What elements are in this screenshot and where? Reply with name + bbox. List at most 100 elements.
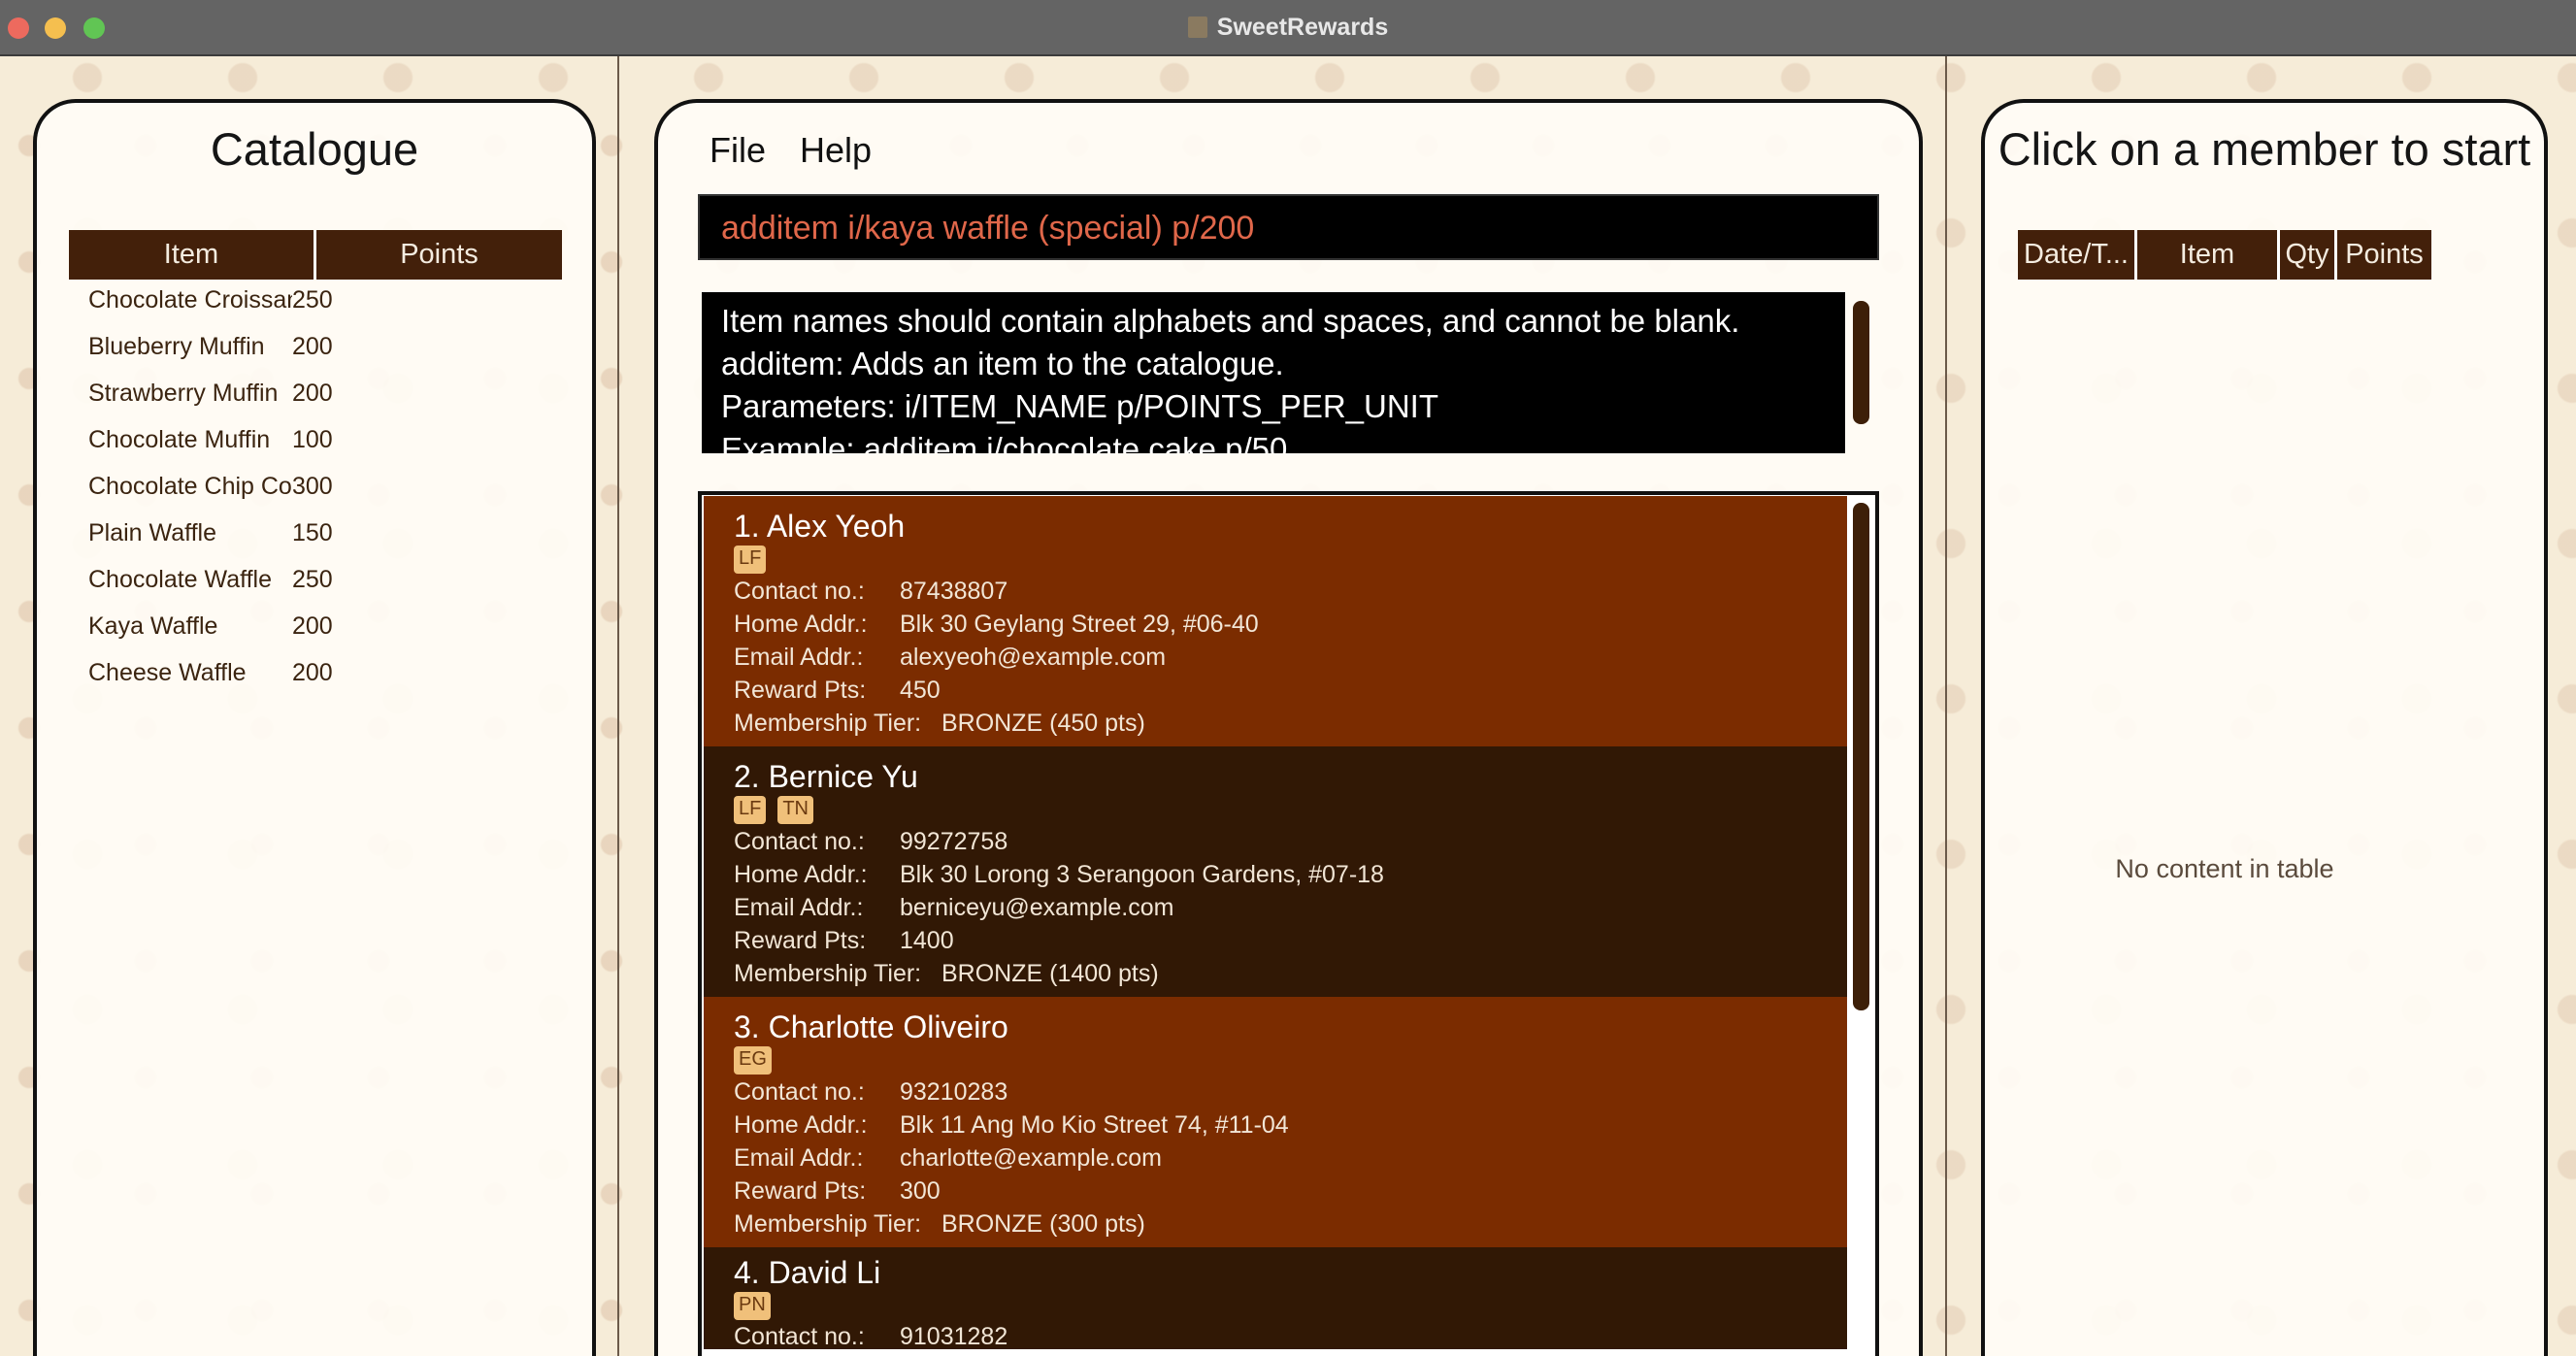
field-label: Email Addr.:: [734, 1144, 864, 1172]
field-value: charlotte@example.com: [900, 1144, 1162, 1172]
window-title: SweetRewards: [0, 14, 2576, 42]
field-label: Membership Tier:: [734, 710, 922, 737]
column-header-points[interactable]: Points: [316, 230, 562, 280]
field-label: Contact no.:: [734, 828, 865, 855]
member-tier: Membership Tier: BRONZE (1400 pts): [734, 960, 1817, 993]
member-email: Email Addr.: berniceyu@example.com: [734, 894, 1817, 927]
field-value: Blk 30 Lorong 3 Serangoon Gardens, #07-1…: [900, 861, 1384, 888]
field-value: BRONZE (300 pts): [941, 1210, 1145, 1238]
member-card[interactable]: 4. David Li PN Contact no.: 91031282: [704, 1247, 1847, 1349]
result-display: Item names should contain alphabets and …: [702, 292, 1845, 453]
field-value: 87438807: [900, 578, 1008, 605]
member-card[interactable]: 1. Alex Yeoh LF Contact no.: 87438807 Home A…: [704, 496, 1847, 746]
member-contact: Contact no.: 99272758: [734, 828, 1817, 861]
empty-table-message: No content in table: [2115, 854, 2334, 883]
catalogue-row[interactable]: Kaya Waffle 200: [88, 612, 333, 641]
item-name: Kaya Waffle: [88, 612, 218, 640]
result-line: additem: Adds an item to the catalogue.: [721, 346, 1284, 381]
field-label: Home Addr.:: [734, 1111, 868, 1139]
catalogue-row[interactable]: Blueberry Muffin 200: [88, 333, 333, 361]
member-reward: Reward Pts: 1400: [734, 927, 1817, 960]
item-points: 200: [292, 380, 333, 407]
member-tier: Membership Tier: BRONZE (450 pts): [734, 710, 1817, 743]
member-name: 2. Bernice Yu: [734, 759, 918, 794]
member-email: Email Addr.: alexyeoh@example.com: [734, 644, 1817, 677]
field-label: Contact no.:: [734, 578, 865, 605]
field-label: Email Addr.:: [734, 894, 864, 921]
member-name: 3. Charlotte Oliveiro: [734, 1009, 1008, 1044]
split-divider[interactable]: [1945, 56, 1947, 1356]
member-reward: Reward Pts: 450: [734, 677, 1817, 710]
field-value: Blk 11 Ang Mo Kio Street 74, #11-04: [900, 1111, 1289, 1139]
field-label: Membership Tier:: [734, 960, 922, 987]
catalogue-row[interactable]: Cheese Waffle 200: [88, 659, 333, 687]
member-card[interactable]: 2. Bernice Yu LF TN Contact no.: 99272758 Hom…: [704, 746, 1847, 997]
result-line: Item names should contain alphabets and …: [721, 303, 1740, 339]
tag-badge: LF: [734, 546, 767, 574]
transactions-table-header: Date/T... Item Qty Points: [2018, 230, 2431, 280]
field-label: Contact no.:: [734, 1078, 865, 1106]
item-points: 100: [292, 426, 333, 453]
item-name: Cheese Waffle: [88, 659, 247, 686]
item-name: Blueberry Muffin: [88, 333, 265, 360]
item-points: 200: [292, 333, 333, 360]
column-header-item[interactable]: Item: [2137, 230, 2277, 280]
member-home: Home Addr.: Blk 11 Ang Mo Kio Street 74, …: [734, 1111, 1817, 1144]
member-reward: Reward Pts: 300: [734, 1177, 1817, 1210]
field-label: Email Addr.:: [734, 644, 864, 671]
member-tags: PN: [734, 1292, 1817, 1321]
member-contact: Contact no.: 93210283: [734, 1078, 1817, 1111]
member-list: 1. Alex Yeoh LF Contact no.: 87438807 Home A…: [698, 491, 1879, 1356]
split-divider[interactable]: [617, 56, 619, 1356]
field-value: 300: [900, 1177, 941, 1205]
result-scrollbar[interactable]: [1853, 301, 1869, 424]
catalogue-title: Catalogue: [210, 123, 419, 175]
menu-help[interactable]: Help: [800, 130, 872, 171]
column-header-points[interactable]: Points: [2337, 230, 2431, 280]
field-value: alexyeoh@example.com: [900, 644, 1167, 671]
field-value: 1400: [900, 927, 954, 954]
field-label: Home Addr.:: [734, 861, 868, 888]
catalogue-row[interactable]: Chocolate Waffle 250: [88, 566, 333, 594]
member-card[interactable]: 3. Charlotte Oliveiro EG Contact no.: 93210…: [704, 997, 1847, 1247]
item-points: 250: [292, 286, 333, 314]
item-points: 150: [292, 519, 333, 546]
result-line: Example: additem i/chocolate cake p/50: [721, 431, 1288, 453]
catalogue-row[interactable]: Strawberry Muffin 200: [88, 380, 333, 408]
catalogue-row[interactable]: Chocolate Muffin 100: [88, 426, 333, 454]
field-label: Home Addr.:: [734, 611, 868, 638]
field-label: Membership Tier:: [734, 1210, 922, 1238]
item-name: Strawberry Muffin: [88, 380, 279, 407]
tag-badge: TN: [777, 796, 814, 824]
tag-badge: LF: [734, 796, 767, 824]
field-label: Reward Pts:: [734, 927, 867, 954]
transactions-title: Click on a member to start: [1998, 123, 2531, 175]
command-input[interactable]: additem i/kaya waffle (special) p/200: [698, 194, 1879, 260]
catalogue-row[interactable]: Chocolate Chip Co... 300: [88, 473, 333, 501]
column-header-datetime[interactable]: Date/T...: [2018, 230, 2134, 280]
field-value: 99272758: [900, 828, 1008, 855]
item-points: 200: [292, 659, 333, 686]
member-tier: Membership Tier: BRONZE (300 pts): [734, 1210, 1817, 1243]
member-list-scrollbar[interactable]: [1853, 503, 1869, 1010]
member-email: Email Addr.: charlotte@example.com: [734, 1144, 1817, 1177]
column-header-qty[interactable]: Qty: [2280, 230, 2334, 280]
member-tags: LF TN: [734, 796, 1817, 825]
app-icon: [1187, 17, 1207, 38]
member-home: Home Addr.: Blk 30 Geylang Street 29, #06…: [734, 611, 1817, 644]
catalogue-row[interactable]: Chocolate Croissant 250: [88, 286, 333, 314]
item-points: 300: [292, 473, 333, 500]
column-header-item[interactable]: Item: [69, 230, 314, 280]
field-value: BRONZE (450 pts): [941, 710, 1145, 737]
member-tags: EG: [734, 1046, 1817, 1075]
menu-file[interactable]: File: [710, 130, 766, 171]
catalogue-row[interactable]: Plain Waffle 150: [88, 519, 333, 547]
field-label: Reward Pts:: [734, 677, 867, 704]
tag-badge: PN: [734, 1292, 771, 1320]
field-value: 93210283: [900, 1078, 1008, 1106]
field-value: 450: [900, 677, 941, 704]
field-label: Contact no.:: [734, 1323, 865, 1350]
field-label: Reward Pts:: [734, 1177, 867, 1205]
field-value: BRONZE (1400 pts): [941, 960, 1159, 987]
result-line: Parameters: i/ITEM_NAME p/POINTS_PER_UNI…: [721, 388, 1439, 424]
